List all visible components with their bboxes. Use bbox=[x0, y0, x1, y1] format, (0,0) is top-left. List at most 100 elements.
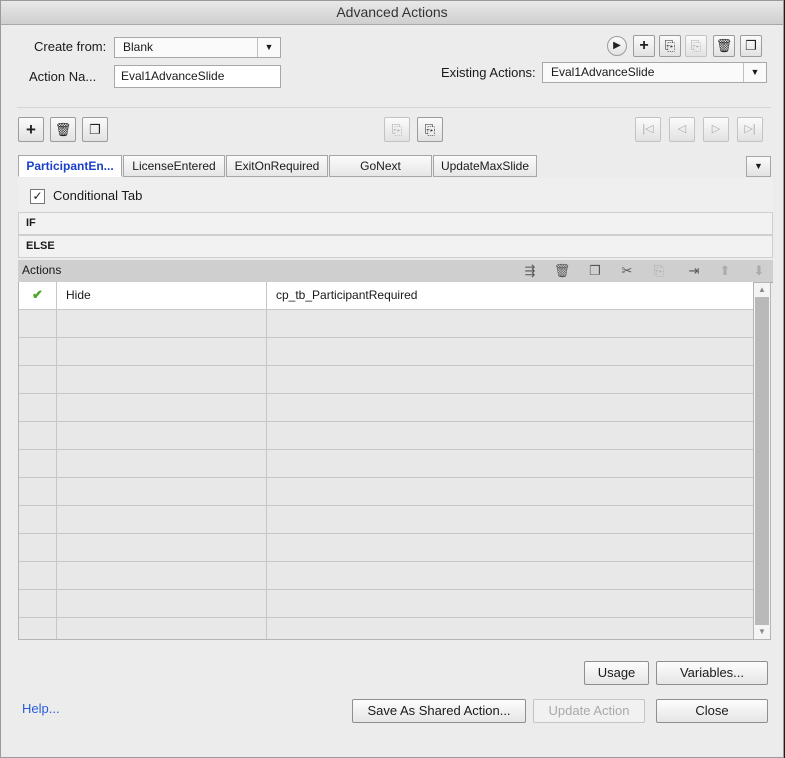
last-tab-icon: ▷| bbox=[737, 117, 763, 142]
delete-action-icon[interactable]: 🗑 bbox=[552, 261, 572, 281]
status-cell bbox=[19, 366, 57, 393]
target-cell[interactable] bbox=[267, 562, 753, 589]
target-cell[interactable] bbox=[267, 506, 753, 533]
table-row[interactable] bbox=[19, 422, 753, 450]
table-row[interactable] bbox=[19, 562, 753, 590]
table-row[interactable] bbox=[19, 366, 753, 394]
delete-icon[interactable]: 🗑 bbox=[713, 35, 735, 57]
status-cell bbox=[19, 478, 57, 505]
help-link[interactable]: Help... bbox=[22, 701, 60, 716]
move-up-icon: ⬆ bbox=[719, 263, 731, 278]
if-section[interactable]: IF bbox=[18, 212, 773, 235]
insert-below-icon[interactable]: ⇥ bbox=[684, 261, 704, 281]
variables-button[interactable]: Variables... bbox=[656, 661, 768, 685]
next-tab-icon: ▷ bbox=[703, 117, 729, 142]
target-cell[interactable] bbox=[267, 590, 753, 617]
target-cell[interactable] bbox=[267, 450, 753, 477]
action-cell[interactable] bbox=[57, 450, 267, 477]
preview-icon[interactable]: ▶ bbox=[607, 36, 627, 56]
target-cell[interactable] bbox=[267, 534, 753, 561]
target-cell[interactable]: cp_tb_ParticipantRequired bbox=[267, 282, 753, 309]
existing-actions-dropdown[interactable]: Eval1AdvanceSlide ▼ bbox=[542, 62, 767, 83]
usage-button[interactable]: Usage bbox=[584, 661, 649, 685]
table-row[interactable] bbox=[19, 618, 753, 639]
target-cell[interactable] bbox=[267, 394, 753, 421]
status-cell bbox=[19, 562, 57, 589]
action-cell[interactable] bbox=[57, 394, 267, 421]
create-from-dropdown[interactable]: Blank ▼ bbox=[114, 37, 281, 58]
conditional-tab-checkbox[interactable]: ✓ bbox=[30, 189, 45, 204]
import-icon[interactable]: ⎘ bbox=[659, 35, 681, 57]
delete-tab-icon[interactable]: 🗑 bbox=[50, 117, 76, 142]
action-name-label: Action Na... bbox=[29, 69, 97, 84]
advanced-actions-dialog: Advanced Actions Create from: Blank ▼ Ac… bbox=[0, 0, 784, 758]
action-cell[interactable] bbox=[57, 422, 267, 449]
table-row[interactable] bbox=[19, 394, 753, 422]
export-icon: ⎘ bbox=[685, 35, 707, 57]
grid-scrollbar[interactable]: ▲ ▼ bbox=[753, 282, 771, 640]
table-row[interactable] bbox=[19, 506, 753, 534]
target-cell[interactable] bbox=[267, 310, 753, 337]
scroll-up-icon[interactable]: ▲ bbox=[754, 283, 770, 297]
else-section[interactable]: ELSE bbox=[18, 235, 773, 258]
actions-header: Actions ⇶ 🗑 ❐ ✂ ⎘ ⇥ ⬆ ⬇ bbox=[18, 260, 773, 283]
scroll-thumb[interactable] bbox=[755, 297, 769, 625]
action-cell[interactable] bbox=[57, 590, 267, 617]
target-cell[interactable] bbox=[267, 366, 753, 393]
action-cell[interactable] bbox=[57, 366, 267, 393]
table-row[interactable] bbox=[19, 338, 753, 366]
action-cell[interactable] bbox=[57, 310, 267, 337]
status-cell bbox=[19, 394, 57, 421]
action-cell[interactable] bbox=[57, 478, 267, 505]
target-cell[interactable] bbox=[267, 338, 753, 365]
check-icon: ✔ bbox=[19, 282, 57, 309]
action-cell[interactable] bbox=[57, 562, 267, 589]
target-cell[interactable] bbox=[267, 618, 753, 639]
save-as-shared-action-button[interactable]: Save As Shared Action... bbox=[352, 699, 526, 723]
table-row[interactable] bbox=[19, 478, 753, 506]
target-cell[interactable] bbox=[267, 422, 753, 449]
status-cell bbox=[19, 534, 57, 561]
tab-participant-entered[interactable]: ParticipantEn... bbox=[18, 155, 122, 177]
target-cell[interactable] bbox=[267, 478, 753, 505]
export-tab-icon[interactable]: ⎘ bbox=[417, 117, 443, 142]
action-cell[interactable] bbox=[57, 534, 267, 561]
existing-actions-label: Existing Actions: bbox=[441, 65, 536, 80]
action-cell[interactable]: Hide bbox=[57, 282, 267, 309]
window-title: Advanced Actions bbox=[1, 1, 783, 25]
status-cell bbox=[19, 450, 57, 477]
conditional-row: ✓ Conditional Tab bbox=[18, 178, 773, 214]
table-row[interactable]: ✔ Hide cp_tb_ParticipantRequired bbox=[19, 282, 753, 310]
previous-tab-icon: ◁ bbox=[669, 117, 695, 142]
tab-license-entered[interactable]: LicenseEntered bbox=[123, 155, 225, 177]
duplicate-icon[interactable]: ❐ bbox=[740, 35, 762, 57]
table-row[interactable] bbox=[19, 534, 753, 562]
existing-actions-value: Eval1AdvanceSlide bbox=[551, 65, 655, 79]
add-tab-icon[interactable]: + bbox=[18, 117, 44, 142]
status-cell bbox=[19, 590, 57, 617]
tab-update-max-slide[interactable]: UpdateMaxSlide bbox=[433, 155, 537, 177]
insert-action-icon[interactable]: ⇶ bbox=[520, 261, 540, 281]
import-tab-icon: ⎘ bbox=[384, 117, 410, 142]
action-cell[interactable] bbox=[57, 506, 267, 533]
cut-action-icon[interactable]: ✂ bbox=[617, 261, 637, 281]
table-row[interactable] bbox=[19, 310, 753, 338]
action-name-field[interactable]: Eval1AdvanceSlide bbox=[114, 65, 281, 88]
tab-go-next[interactable]: GoNext bbox=[329, 155, 432, 177]
paste-action-icon: ⎘ bbox=[653, 263, 665, 278]
conditional-tab-label: Conditional Tab bbox=[53, 188, 143, 203]
add-icon[interactable]: + bbox=[633, 35, 655, 57]
copy-action-icon[interactable]: ❐ bbox=[585, 261, 605, 281]
tab-exit-on-required[interactable]: ExitOnRequired bbox=[226, 155, 328, 177]
actions-grid: ✔ Hide cp_tb_ParticipantRequired bbox=[18, 282, 753, 640]
table-row[interactable] bbox=[19, 450, 753, 478]
close-button[interactable]: Close bbox=[656, 699, 768, 723]
scroll-down-icon[interactable]: ▼ bbox=[754, 625, 770, 639]
first-tab-icon: |◁ bbox=[635, 117, 661, 142]
action-cell[interactable] bbox=[57, 338, 267, 365]
chevron-down-icon: ▼ bbox=[257, 38, 280, 57]
table-row[interactable] bbox=[19, 590, 753, 618]
tabs-dropdown-icon[interactable]: ▼ bbox=[746, 156, 771, 177]
action-cell[interactable] bbox=[57, 618, 267, 639]
duplicate-tab-icon[interactable]: ❐ bbox=[82, 117, 108, 142]
